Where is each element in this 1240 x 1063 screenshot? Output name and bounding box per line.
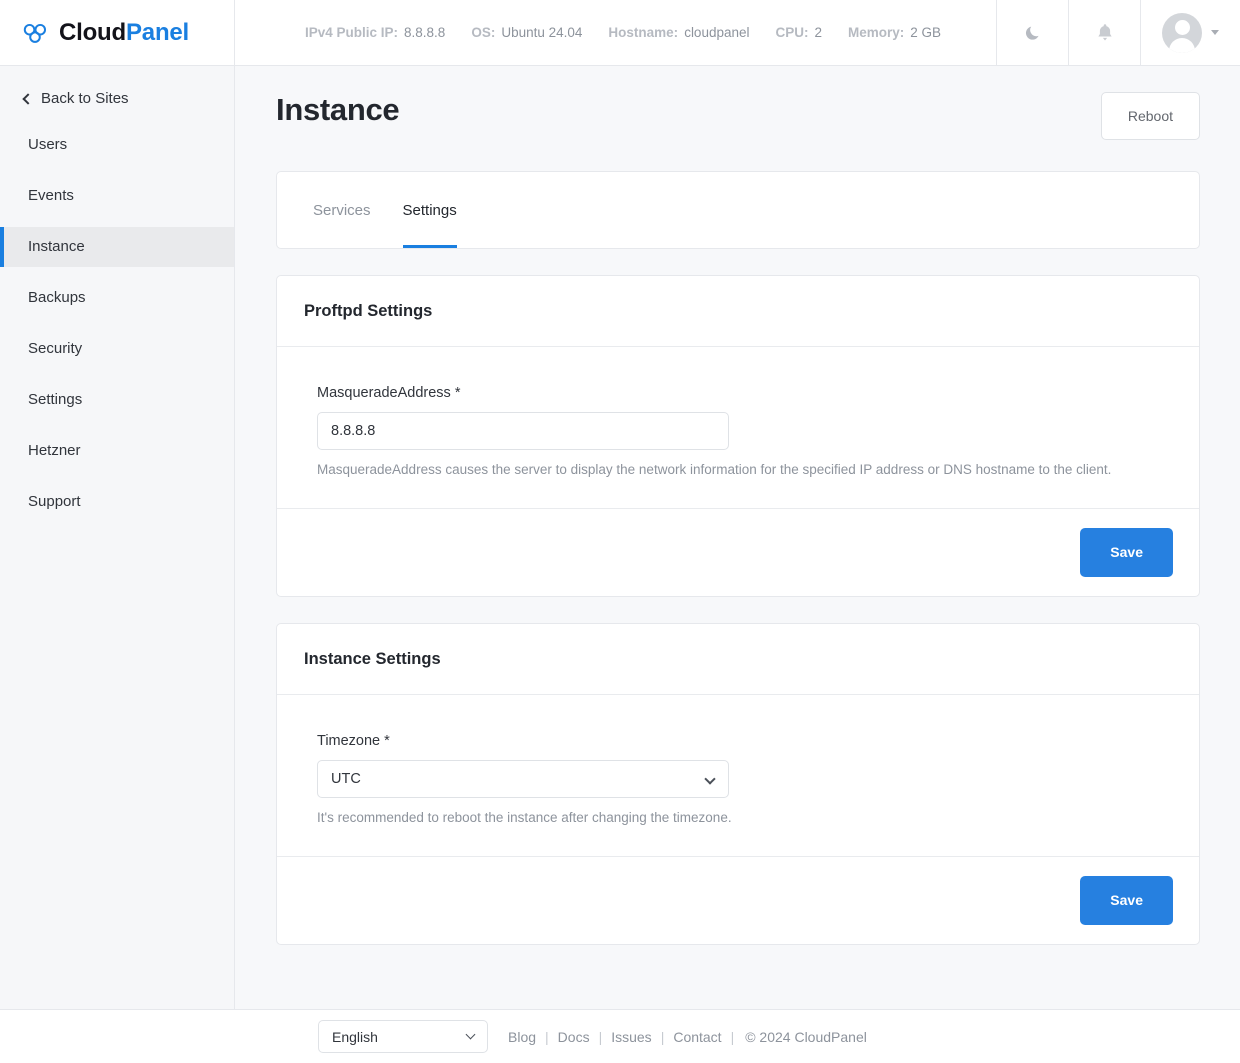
timezone-select-wrap: UTC (317, 760, 729, 798)
proftpd-card-header: Proftpd Settings (277, 276, 1199, 347)
timezone-label: Timezone * (317, 733, 1159, 749)
cloud-logo-icon (20, 18, 50, 48)
bell-icon (1095, 22, 1115, 44)
sidebar-item-backups[interactable]: Backups (0, 278, 234, 318)
sidebar-item-settings[interactable]: Settings (0, 380, 234, 420)
sidebar-item-users[interactable]: Users (0, 125, 234, 165)
masquerade-address-label-text: MasqueradeAddress (317, 385, 451, 401)
sidebar-item-support[interactable]: Support (0, 482, 234, 522)
sysinfo-os-key: OS: (471, 25, 495, 40)
sidebar-item-security[interactable]: Security (0, 329, 234, 369)
back-to-sites-label: Back to Sites (41, 90, 129, 107)
sysinfo-cpu-value: 2 (815, 25, 823, 40)
footer-separator: | (661, 1029, 665, 1045)
sidebar-nav: Users Events Instance Backups Security S… (0, 125, 234, 522)
sidebar-item-events[interactable]: Events (0, 176, 234, 216)
tab-settings[interactable]: Settings (403, 172, 457, 248)
footer-link-docs[interactable]: Docs (558, 1029, 590, 1045)
timezone-label-text: Timezone (317, 733, 380, 749)
sysinfo-hostname-key: Hostname: (608, 25, 678, 40)
sysinfo-cpu: CPU: 2 (776, 25, 823, 40)
proftpd-card-footer: Save (277, 508, 1199, 596)
footer-links: Blog | Docs | Issues | Contact | © 2024 … (508, 1029, 867, 1045)
footer: English Blog | Docs | Issues | Contact |… (0, 1009, 1240, 1063)
sidebar: Back to Sites Users Events Instance Back… (0, 66, 235, 1009)
sysinfo-cpu-key: CPU: (776, 25, 809, 40)
reboot-button[interactable]: Reboot (1101, 92, 1200, 140)
instance-card-body: Timezone * UTC It's recommended to reboo… (277, 695, 1199, 856)
notifications-button[interactable] (1068, 0, 1140, 65)
language-select-wrap: English (318, 1020, 488, 1053)
system-info-bar: IPv4 Public IP: 8.8.8.8 OS: Ubuntu 24.04… (235, 0, 996, 65)
sysinfo-memory: Memory: 2 GB (848, 25, 941, 40)
brand-title: CloudPanel (59, 19, 189, 47)
sysinfo-os-value: Ubuntu 24.04 (501, 25, 582, 40)
instance-settings-card: Instance Settings Timezone * UTC It's re… (276, 623, 1200, 945)
app-root: CloudPanel IPv4 Public IP: 8.8.8.8 OS: U… (0, 0, 1240, 1063)
body-row: Back to Sites Users Events Instance Back… (0, 66, 1240, 1009)
brand[interactable]: CloudPanel (0, 0, 235, 65)
dark-mode-toggle[interactable] (996, 0, 1068, 65)
proftpd-settings-card: Proftpd Settings MasqueradeAddress * Mas… (276, 275, 1200, 597)
avatar (1162, 13, 1202, 53)
instance-card-footer: Save (277, 856, 1199, 944)
sysinfo-memory-key: Memory: (848, 25, 904, 40)
required-marker: * (455, 385, 461, 401)
page-header: Instance Reboot (276, 66, 1200, 140)
user-menu[interactable] (1140, 0, 1240, 65)
timezone-hint: It's recommended to reboot the instance … (317, 809, 1159, 828)
back-to-sites-link[interactable]: Back to Sites (0, 79, 234, 118)
tabs-card: Services Settings (276, 171, 1200, 249)
masquerade-address-input[interactable] (317, 412, 729, 450)
proftpd-card-body: MasqueradeAddress * MasqueradeAddress ca… (277, 347, 1199, 508)
masquerade-address-hint: MasqueradeAddress causes the server to d… (317, 461, 1159, 480)
sidebar-item-hetzner[interactable]: Hetzner (0, 431, 234, 471)
tab-bar: Services Settings (277, 172, 1199, 248)
brand-panel-text: Panel (126, 19, 189, 46)
sysinfo-hostname-value: cloudpanel (684, 25, 749, 40)
top-bar-actions (996, 0, 1240, 65)
footer-link-blog[interactable]: Blog (508, 1029, 536, 1045)
sysinfo-ipv4-key: IPv4 Public IP: (305, 25, 398, 40)
proftpd-card-title: Proftpd Settings (304, 302, 1172, 321)
masquerade-address-label: MasqueradeAddress * (317, 385, 1159, 401)
page-title: Instance (276, 92, 399, 128)
footer-separator: | (731, 1029, 735, 1045)
save-button-instance[interactable]: Save (1080, 876, 1173, 925)
footer-separator: | (599, 1029, 603, 1045)
main-content: Instance Reboot Services Settings Proftp… (235, 66, 1240, 1009)
brand-cloud-text: Cloud (59, 19, 126, 46)
top-bar: CloudPanel IPv4 Public IP: 8.8.8.8 OS: U… (0, 0, 1240, 66)
sidebar-item-instance[interactable]: Instance (0, 227, 234, 267)
sysinfo-hostname: Hostname: cloudpanel (608, 25, 749, 40)
sysinfo-ipv4-value: 8.8.8.8 (404, 25, 445, 40)
timezone-select[interactable]: UTC (317, 760, 729, 798)
tab-services[interactable]: Services (313, 172, 371, 248)
sysinfo-ipv4: IPv4 Public IP: 8.8.8.8 (305, 25, 445, 40)
required-marker: * (384, 733, 390, 749)
instance-card-header: Instance Settings (277, 624, 1199, 695)
chevron-down-icon (1211, 30, 1219, 35)
sysinfo-memory-value: 2 GB (910, 25, 941, 40)
footer-separator: | (545, 1029, 549, 1045)
footer-copyright: © 2024 CloudPanel (745, 1029, 867, 1045)
moon-icon (1023, 23, 1043, 43)
footer-link-contact[interactable]: Contact (673, 1029, 721, 1045)
footer-link-issues[interactable]: Issues (611, 1029, 651, 1045)
instance-card-title: Instance Settings (304, 650, 1172, 669)
sysinfo-os: OS: Ubuntu 24.04 (471, 25, 582, 40)
save-button-proftpd[interactable]: Save (1080, 528, 1173, 577)
chevron-left-icon (22, 93, 33, 104)
language-select[interactable]: English (318, 1020, 488, 1053)
